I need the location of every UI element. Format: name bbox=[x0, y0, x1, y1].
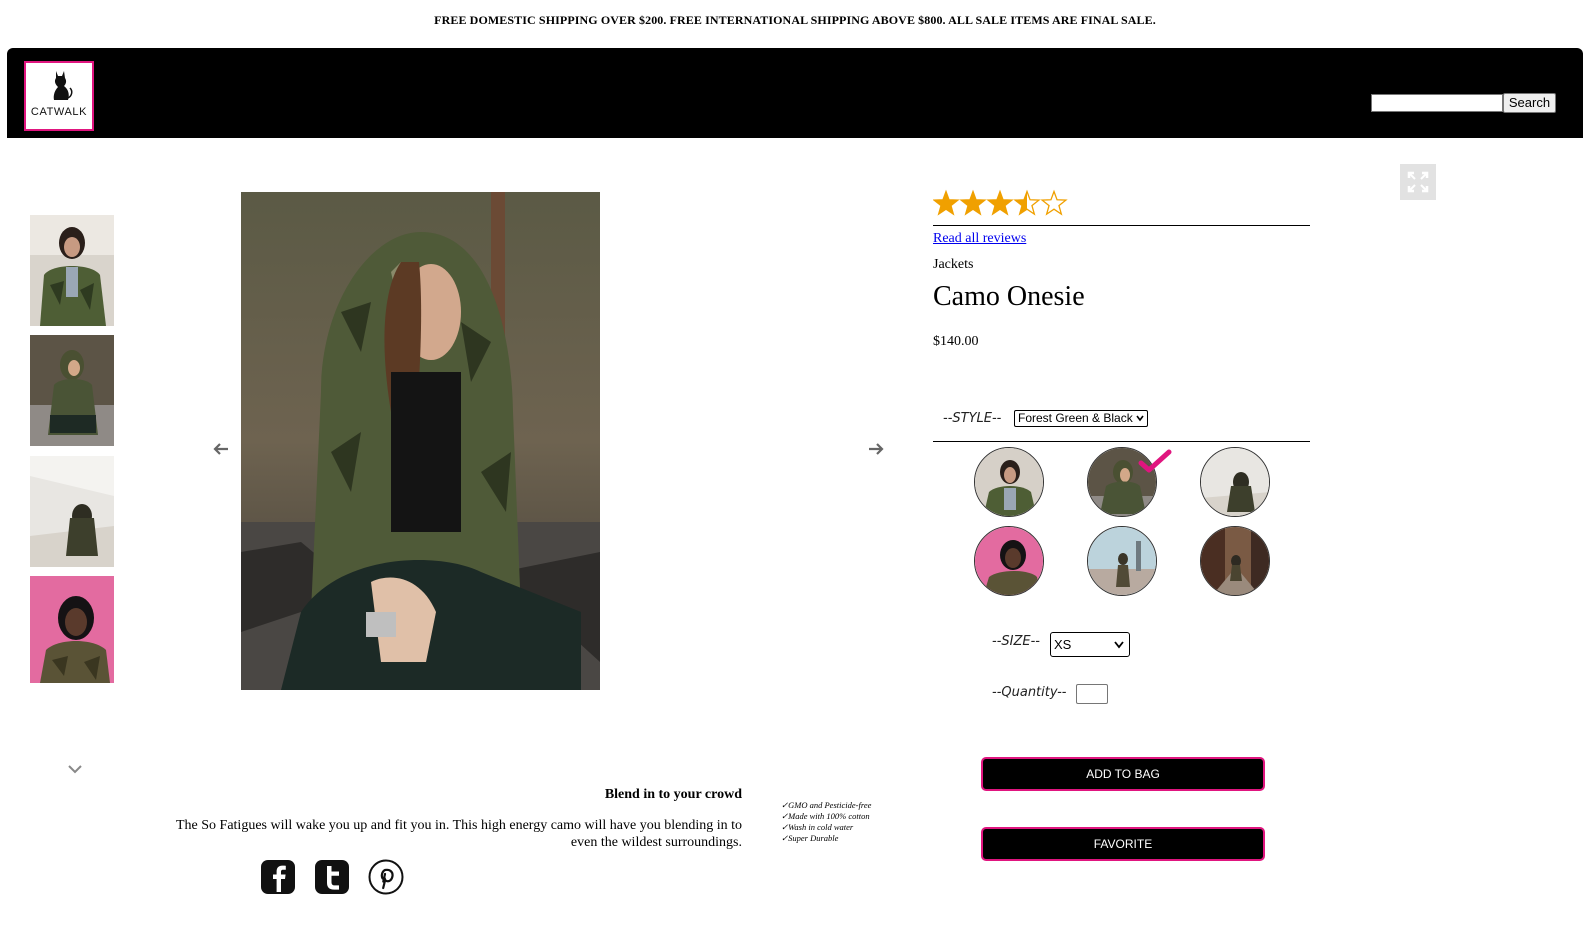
add-to-bag-button[interactable]: ADD TO BAG bbox=[981, 757, 1265, 791]
search-button[interactable]: Search bbox=[1503, 93, 1556, 113]
site-header: CATWALK Search bbox=[7, 48, 1583, 138]
style-swatch-4[interactable] bbox=[974, 526, 1044, 596]
arrow-right-icon[interactable] bbox=[867, 442, 885, 456]
quantity-input[interactable] bbox=[1076, 684, 1108, 704]
size-selected-value: XS bbox=[1054, 637, 1072, 652]
catwalk-logo[interactable]: CATWALK bbox=[24, 61, 94, 131]
chevron-down-icon[interactable] bbox=[67, 764, 83, 774]
thumbnail-3[interactable] bbox=[30, 456, 114, 567]
size-label: --SIZE-- bbox=[992, 634, 1040, 649]
star-rating bbox=[933, 189, 1068, 216]
twitter-icon[interactable] bbox=[314, 859, 350, 895]
description-heading: Blend in to your crowd bbox=[604, 787, 742, 802]
style-swatch-1[interactable] bbox=[974, 447, 1044, 517]
product-price: $140.00 bbox=[933, 334, 979, 349]
product-title: Camo Onesie bbox=[933, 281, 1085, 312]
feature-item: ✓GMO and Pesticide-free bbox=[781, 800, 872, 810]
star-icon bbox=[959, 189, 987, 216]
feature-list: ✓GMO and Pesticide-free ✓Made with 100% … bbox=[781, 800, 871, 844]
star-icon bbox=[933, 189, 960, 216]
style-selected-value: Forest Green & Black bbox=[1018, 411, 1133, 425]
chevron-down-icon bbox=[1114, 641, 1124, 649]
cat-icon bbox=[53, 71, 73, 100]
chevron-down-icon bbox=[1136, 415, 1144, 422]
arrow-left-icon[interactable] bbox=[212, 442, 230, 456]
thumbnail-1[interactable] bbox=[30, 215, 114, 326]
divider bbox=[933, 441, 1310, 442]
logo-text: CATWALK bbox=[30, 106, 88, 118]
favorite-button[interactable]: FAVORITE bbox=[981, 827, 1265, 861]
feature-item: ✓Made with 100% cotton bbox=[781, 811, 870, 821]
feature-item: ✓Wash in cold water bbox=[781, 822, 854, 832]
thumbnail-2[interactable] bbox=[30, 335, 114, 446]
star-icon bbox=[1040, 189, 1068, 216]
style-swatch-6[interactable] bbox=[1200, 526, 1270, 596]
promo-banner: FREE DOMESTIC SHIPPING OVER $200. FREE I… bbox=[434, 13, 1156, 27]
size-select[interactable]: XS bbox=[1050, 632, 1130, 657]
pinterest-icon[interactable] bbox=[368, 859, 404, 895]
style-swatch-5[interactable] bbox=[1087, 526, 1157, 596]
read-reviews-link[interactable]: Read all reviews bbox=[933, 231, 1026, 247]
quantity-label: --Quantity-- bbox=[992, 685, 1067, 700]
style-swatch-3[interactable] bbox=[1200, 447, 1270, 517]
main-product-image bbox=[241, 192, 600, 690]
star-icon bbox=[986, 189, 1014, 216]
expand-icon[interactable] bbox=[1400, 164, 1436, 200]
check-icon bbox=[1138, 449, 1172, 473]
description-body: The So Fatigues will wake you up and fit… bbox=[175, 818, 742, 850]
feature-item: ✓Super Durable bbox=[781, 833, 839, 843]
product-category: Jackets bbox=[933, 257, 974, 272]
style-select[interactable]: Forest Green & Black bbox=[1014, 410, 1148, 427]
thumbnail-4[interactable] bbox=[30, 576, 114, 683]
star-icon bbox=[1013, 189, 1041, 216]
search-input[interactable] bbox=[1371, 94, 1503, 112]
divider bbox=[933, 225, 1310, 226]
facebook-icon[interactable] bbox=[260, 859, 296, 895]
style-label: --STYLE-- bbox=[943, 411, 1002, 426]
